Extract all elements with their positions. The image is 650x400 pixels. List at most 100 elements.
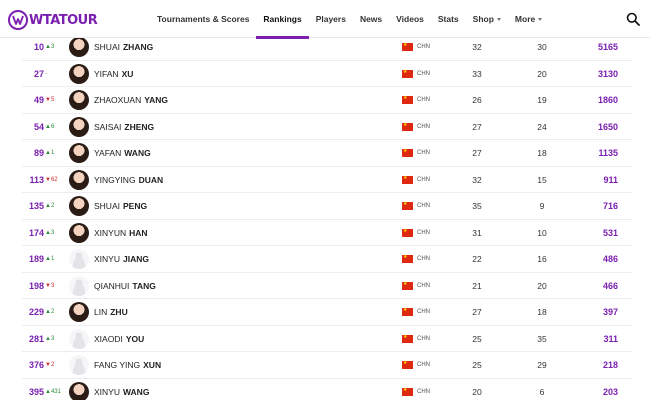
country-code: CHN	[417, 176, 430, 183]
player-last-name: ZHANG	[122, 42, 154, 52]
table-row[interactable]: 174▲3 XINYUNHAN CHN 31 10 531	[22, 220, 632, 246]
nav-shop[interactable]: Shop	[466, 0, 508, 38]
country-code: CHN	[417, 150, 430, 156]
player-name-link[interactable]: ZHAOXUAN YANG	[94, 87, 168, 113]
player-name-link[interactable]: YIFAN XU	[94, 61, 133, 87]
player-avatar[interactable]	[69, 249, 89, 269]
player-name-link[interactable]: YINGYING DUAN	[94, 167, 163, 193]
country-code: CHN	[417, 309, 430, 315]
player-avatar[interactable]	[69, 37, 89, 57]
player-avatar[interactable]	[69, 222, 89, 243]
player-age: 20	[472, 386, 482, 397]
rank-value: 229	[28, 307, 44, 317]
player-name-link[interactable]: QIANHUI TANG	[94, 273, 156, 299]
player-avatar[interactable]	[69, 63, 89, 84]
table-row[interactable]: 27- YIFANXU CHN 33 20 3130	[22, 61, 632, 87]
player-first-name: SAISAI	[94, 121, 122, 132]
china-flag-icon	[402, 359, 413, 369]
player-avatar[interactable]	[69, 302, 89, 322]
wta-logo-mark-icon	[8, 10, 28, 30]
nav-rankings[interactable]: Rankings	[256, 0, 309, 39]
player-name-link[interactable]: XINYU WANG	[94, 379, 149, 400]
nav-more[interactable]: More	[508, 0, 549, 38]
table-row[interactable]: 229▲2 LINZHU CHN 27 18 397	[22, 299, 632, 326]
rank-movement: ▼3	[45, 282, 55, 289]
rank-movement: -	[45, 70, 47, 77]
china-flag-icon	[402, 227, 413, 237]
player-last-name: YANG	[144, 95, 169, 105]
table-row[interactable]: 189▲1 XINYUJIANG CHN 22 16 486	[22, 246, 632, 273]
table-row[interactable]: 281▲3 XIAODIYOU CHN 25 35 311	[22, 326, 632, 352]
nav-stats[interactable]: Stats	[431, 0, 466, 38]
main-nav: Tournaments & Scores Rankings Players News V…	[150, 0, 549, 39]
tournaments-played: 18	[537, 307, 547, 317]
player-name-link[interactable]: XIAODI YOU	[94, 326, 144, 352]
player-avatar[interactable]	[69, 381, 89, 400]
ranking-points: 486	[602, 254, 618, 264]
rank-value: 281	[28, 333, 44, 344]
nav-tournaments-scores-label: Tournaments & Scores	[157, 14, 250, 24]
table-row[interactable]: 113▼62 YINGYINGDUAN CHN 32 15 911	[22, 167, 632, 193]
player-avatar[interactable]	[69, 169, 89, 190]
nav-tournaments-scores[interactable]: Tournaments & Scores	[150, 0, 256, 38]
player-name-link[interactable]: XINYU JIANG	[94, 246, 149, 272]
player-avatar[interactable]	[69, 355, 89, 375]
ranking-points: 531	[602, 227, 618, 238]
tournaments-played: 24	[537, 121, 547, 132]
tournaments-played: 18	[537, 148, 547, 158]
tournaments-played: 20	[537, 280, 547, 291]
player-avatar[interactable]	[69, 196, 89, 216]
player-name-link[interactable]: SHUAI PENG	[94, 193, 147, 219]
nav-news[interactable]: News	[353, 0, 389, 38]
table-row[interactable]: 54▲6 SAISAIZHENG CHN 27 24 1650	[22, 114, 632, 140]
rankings-table: 10▲3SHUAIZHANGCHN3230516527-YIFANXUCHN33…	[22, 34, 632, 400]
china-flag-icon	[402, 200, 413, 210]
search-icon[interactable]	[626, 12, 640, 26]
china-flag-icon	[402, 253, 413, 263]
nav-videos[interactable]: Videos	[389, 0, 431, 38]
player-name-link[interactable]: XINYUN HAN	[94, 220, 148, 246]
tournaments-played: 10	[537, 227, 547, 238]
rank-value: 49	[33, 95, 44, 105]
china-flag-icon	[402, 68, 413, 78]
rank-movement: ▲2	[45, 309, 55, 315]
player-avatar[interactable]	[69, 275, 89, 296]
player-last-name: DUAN	[138, 174, 164, 185]
player-avatar[interactable]	[69, 116, 89, 137]
table-row[interactable]: 395▲431 XINYUWANG CHN 20 6 203	[22, 379, 632, 400]
nav-players-label: Players	[315, 14, 346, 24]
nav-players[interactable]: Players	[309, 0, 353, 38]
ranking-points: 1650	[597, 121, 618, 132]
player-avatar[interactable]	[69, 90, 89, 110]
rank-value: 89	[33, 148, 44, 158]
chevron-down-icon	[496, 17, 501, 21]
player-age: 27	[472, 307, 482, 317]
tournaments-played: 15	[537, 174, 547, 185]
rank-value: 395	[28, 386, 44, 397]
player-age: 25	[472, 360, 482, 370]
table-row[interactable]: 89▲1 YAFANWANG CHN 27 18 1135	[22, 140, 632, 167]
country-code: CHN	[417, 256, 430, 262]
nav-stats-label: Stats	[437, 14, 459, 24]
country-code: CHN	[417, 229, 430, 236]
country-code: CHN	[417, 335, 430, 342]
player-name-link[interactable]: LIN ZHU	[94, 299, 128, 325]
player-avatar[interactable]	[69, 328, 89, 349]
player-avatar[interactable]	[69, 143, 89, 163]
player-age: 31	[472, 227, 482, 238]
tournaments-played: 20	[537, 68, 547, 79]
table-row[interactable]: 198▼3 QIANHUITANG CHN 21 20 466	[22, 273, 632, 299]
nav-videos-label: Videos	[396, 14, 424, 24]
player-first-name: LIN	[94, 307, 108, 317]
player-last-name: ZHU	[110, 307, 128, 317]
player-age: 26	[472, 95, 482, 105]
table-row[interactable]: 135▲2 SHUAIPENG CHN 35 9 716	[22, 193, 632, 220]
table-row[interactable]: 376▼2 FANG YINGXUN CHN 25 29 218	[22, 352, 632, 379]
player-name-link[interactable]: SAISAI ZHENG	[94, 114, 154, 140]
ranking-points: 3130	[597, 68, 618, 79]
wta-tour-logo[interactable]: WTATOUR	[8, 10, 98, 30]
table-row[interactable]: 49▼5 ZHAOXUANYANG CHN 26 19 1860	[22, 87, 632, 114]
player-name-link[interactable]: FANG YING XUN	[94, 352, 161, 378]
china-flag-icon	[402, 333, 413, 343]
player-name-link[interactable]: YAFAN WANG	[94, 140, 151, 166]
